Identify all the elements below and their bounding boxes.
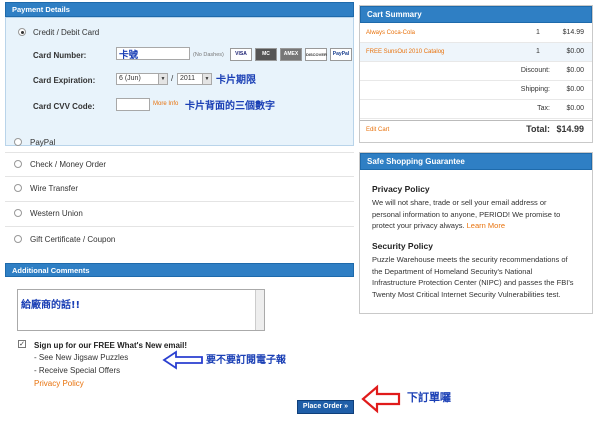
gift-label: Gift Certificate / Coupon bbox=[30, 235, 116, 244]
card-number-label: Card Number: bbox=[33, 51, 87, 60]
divider bbox=[5, 226, 354, 227]
western-union-label: Western Union bbox=[30, 209, 83, 218]
comments-panel: Additional Comments bbox=[5, 263, 354, 277]
chevron-down-icon: ▼ bbox=[158, 74, 167, 84]
cart-summary-header: Cart Summary bbox=[360, 6, 592, 23]
more-info-link[interactable]: More Info bbox=[153, 101, 178, 107]
amex-logo: AMEX bbox=[280, 48, 302, 61]
shipping-value: $0.00 bbox=[566, 86, 584, 93]
discount-value: $0.00 bbox=[566, 67, 584, 74]
cart-item-price: $0.00 bbox=[566, 48, 584, 55]
tax-label: Tax: bbox=[537, 105, 550, 112]
privacy-line: personal information to anyone, PERIOD! … bbox=[372, 209, 561, 219]
comments-text: 給廠商的話!! bbox=[21, 300, 81, 311]
cart-item-row: FREE SunsOut 2010 Catalog 1 $0.00 bbox=[360, 43, 592, 62]
discount-label: Discount: bbox=[520, 67, 550, 74]
cvv-input[interactable] bbox=[116, 98, 150, 111]
privacy-line: protect your privacy always. Learn More bbox=[372, 220, 587, 232]
divider bbox=[5, 152, 354, 153]
paypal-logo: PayPal bbox=[330, 48, 352, 61]
check-label: Check / Money Order bbox=[30, 160, 107, 169]
western-union-radio[interactable] bbox=[14, 209, 22, 217]
signup-bullet-puzzles: - See New Jigsaw Puzzles bbox=[34, 353, 129, 362]
place-order-button[interactable]: Place Order » bbox=[297, 400, 354, 414]
red-arrow-icon bbox=[361, 384, 401, 414]
cart-summary-panel: Cart Summary Always Coca-Cola 1 $14.99 F… bbox=[359, 5, 593, 143]
wire-label: Wire Transfer bbox=[30, 184, 79, 193]
guarantee-header: Safe Shopping Guarantee bbox=[360, 153, 592, 170]
privacy-policy-link[interactable]: Privacy Policy bbox=[34, 379, 84, 388]
signup-label: Sign up for our FREE What's New email! bbox=[34, 341, 188, 350]
tax-value: $0.00 bbox=[566, 105, 584, 112]
signup-checkbox[interactable]: ✓ bbox=[18, 340, 26, 348]
paypal-radio[interactable] bbox=[14, 138, 22, 146]
cvv-annotation: 卡片背面的三個數字 bbox=[185, 101, 275, 112]
blue-arrow-icon bbox=[162, 350, 203, 370]
security-policy-text: Puzzle Warehouse meets the security reco… bbox=[372, 254, 587, 300]
exp-year-value: 2011 bbox=[180, 75, 196, 82]
cvv-label: Card CVV Code: bbox=[33, 102, 95, 111]
no-dashes-hint: (No Dashes) bbox=[193, 52, 224, 58]
cart-item-name[interactable]: FREE SunsOut 2010 Catalog bbox=[366, 49, 444, 55]
security-line: the Department of Homeland Security's Na… bbox=[372, 266, 533, 276]
expiration-label: Card Expiration: bbox=[33, 76, 96, 85]
cart-item-row: Always Coca-Cola 1 $14.99 bbox=[360, 24, 592, 43]
learn-more-link[interactable]: Learn More bbox=[467, 221, 505, 230]
shipping-label: Shipping: bbox=[520, 86, 550, 93]
card-number-input[interactable]: 卡號 bbox=[116, 47, 190, 61]
credit-card-label: Credit / Debit Card bbox=[33, 28, 100, 37]
check-radio[interactable] bbox=[14, 160, 22, 168]
shipping-row: Shipping: $0.00 bbox=[360, 81, 592, 100]
cart-item-qty: 1 bbox=[536, 48, 540, 55]
payment-details-header: Payment Details bbox=[5, 2, 354, 17]
security-line: Infrastructure Protection Center (NIPC) … bbox=[372, 278, 574, 287]
place-order-annotation: 下訂單囉 bbox=[407, 391, 451, 404]
exp-month-select[interactable]: 6 (Jun) ▼ bbox=[116, 73, 168, 85]
mastercard-logo: MC bbox=[255, 48, 277, 61]
credit-card-radio[interactable] bbox=[18, 28, 26, 36]
divider bbox=[5, 176, 354, 177]
security-line: Puzzle Warehouse meets the security reco… bbox=[372, 255, 568, 264]
total-value: $14.99 bbox=[556, 124, 584, 134]
cart-item-name[interactable]: Always Coca-Cola bbox=[366, 30, 415, 36]
total-label: Total: bbox=[526, 124, 550, 134]
exp-slash: / bbox=[171, 74, 174, 83]
payment-details-panel: Payment Details Credit / Debit Card Card… bbox=[5, 2, 354, 146]
edit-cart-link[interactable]: Edit Cart bbox=[366, 127, 389, 133]
exp-year-select[interactable]: 2011 ▼ bbox=[177, 73, 212, 85]
security-policy-title: Security Policy bbox=[372, 241, 433, 251]
privacy-policy-text: We will not share, trade or sell your em… bbox=[372, 197, 587, 232]
card-number-annotation: 卡號 bbox=[119, 50, 139, 61]
discover-logo: DISCOVER bbox=[305, 48, 327, 61]
cart-item-price: $14.99 bbox=[562, 29, 584, 36]
privacy-line-text: protect your privacy always. bbox=[372, 221, 465, 230]
signup-annotation: 要不要訂閱電子報 bbox=[206, 355, 286, 366]
expiration-annotation: 卡片期限 bbox=[216, 75, 256, 86]
security-line: Twenty Most Critical Internet Security V… bbox=[372, 289, 561, 299]
guarantee-panel: Safe Shopping Guarantee Privacy Policy W… bbox=[359, 152, 593, 314]
divider bbox=[5, 201, 354, 202]
comments-header: Additional Comments bbox=[5, 263, 354, 277]
exp-month-value: 6 (Jun) bbox=[119, 75, 141, 82]
privacy-policy-title: Privacy Policy bbox=[372, 184, 430, 194]
comments-textarea[interactable]: 給廠商的話!! bbox=[17, 289, 265, 331]
chevron-down-icon: ▼ bbox=[202, 74, 211, 84]
wire-radio[interactable] bbox=[14, 184, 22, 192]
signup-bullet-offers: - Receive Special Offers bbox=[34, 366, 121, 375]
total-row: Edit Cart Total: $14.99 bbox=[360, 120, 592, 139]
gift-radio[interactable] bbox=[14, 235, 22, 243]
visa-logo: VISA bbox=[230, 48, 252, 61]
discount-row: Discount: $0.00 bbox=[360, 62, 592, 81]
privacy-line: We will not share, trade or sell your em… bbox=[372, 198, 547, 207]
scrollbar[interactable] bbox=[255, 290, 264, 330]
paypal-label: PayPal bbox=[30, 138, 56, 147]
tax-row: Tax: $0.00 bbox=[360, 100, 592, 119]
credit-card-section: Credit / Debit Card Card Number: 卡號 (No … bbox=[5, 17, 354, 146]
cart-item-qty: 1 bbox=[536, 29, 540, 36]
